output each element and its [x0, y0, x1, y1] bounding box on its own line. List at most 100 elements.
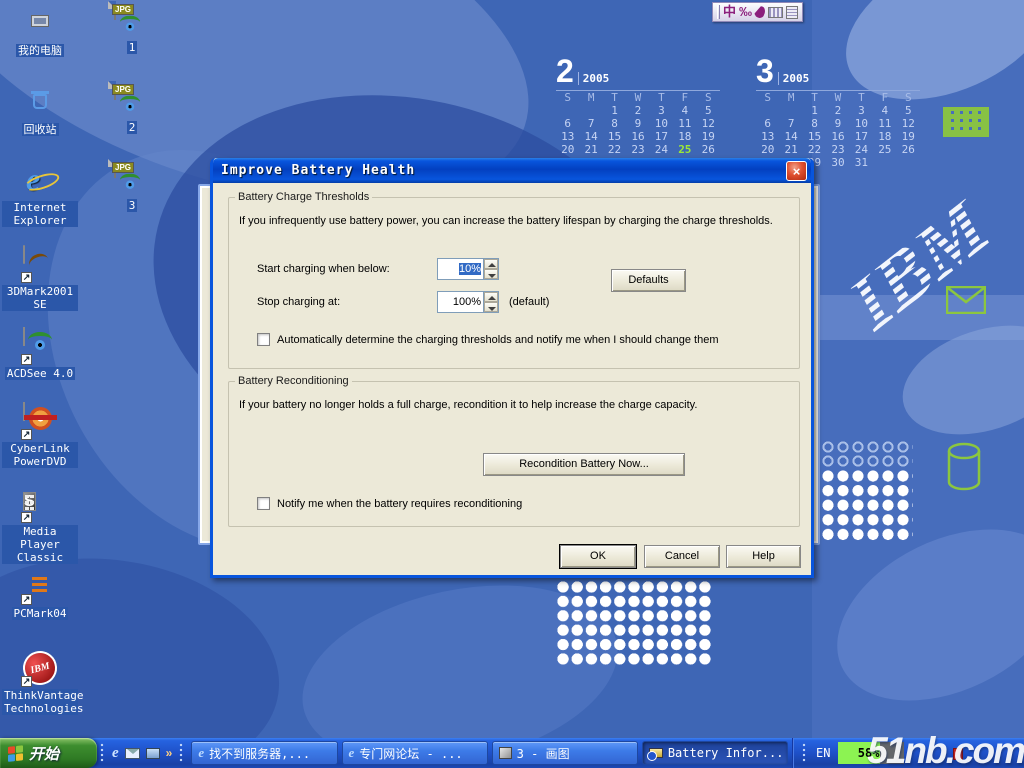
start-charging-spinner[interactable]: 10% — [437, 258, 499, 280]
dialog-titlebar[interactable]: Improve Battery Health × — [213, 158, 811, 183]
recondition-battery-button[interactable]: Recondition Battery Now... — [483, 453, 685, 476]
shortcut-arrow-icon: ↗ — [21, 272, 32, 283]
notify-reconditioning-checkbox[interactable] — [257, 497, 270, 510]
desktop-icon-jpg-file[interactable]: JPG3 — [94, 160, 170, 212]
taskbar-task-battery[interactable]: Battery Infor... — [642, 741, 788, 765]
cancel-button[interactable]: Cancel — [644, 545, 720, 568]
shortcut-arrow-icon: ↗ — [21, 429, 32, 440]
dots-pattern-large — [556, 580, 711, 667]
show-desktop-icon[interactable] — [146, 748, 160, 759]
tasks-grip-handle[interactable] — [179, 743, 184, 763]
desktop-icon-jpg-file[interactable]: JPG2 — [94, 82, 170, 134]
dialog-title: Improve Battery Health — [221, 163, 415, 178]
tray-app-icon[interactable] — [953, 748, 963, 760]
improve-battery-health-dialog: Improve Battery Health × Battery Charge … — [210, 158, 814, 578]
group-legend: Battery Charge Thresholds — [235, 191, 372, 203]
default-note: (default) — [509, 296, 549, 308]
auto-determine-label: Automatically determine the charging thr… — [277, 334, 718, 346]
help-button[interactable]: Help — [726, 545, 801, 568]
ime-chinese-mode-icon[interactable]: 中 — [723, 3, 736, 21]
dialog-client-area: Battery Charge Thresholds If you infrequ… — [213, 183, 811, 575]
ime-grip-handle[interactable] — [717, 5, 720, 19]
calendar-day: 18 — [873, 130, 896, 143]
mpc-icon: S↗ — [22, 486, 58, 522]
quicklaunch-overflow-chevron[interactable]: » — [166, 746, 173, 760]
taskbar-task-ie[interactable]: e找不到服务器,... — [191, 741, 337, 765]
desktop-icon-mpc[interactable]: S↗Media Player Classic — [2, 486, 78, 564]
calendar-day: 12 — [697, 117, 720, 130]
calendar-day: 4 — [673, 104, 696, 117]
start-charging-value[interactable]: 10% — [459, 263, 481, 275]
calendar-day: 6 — [556, 117, 579, 130]
calendar-day: 21 — [579, 143, 602, 156]
spinner-down-icon[interactable] — [484, 269, 498, 279]
calendar-weekday-header: T — [650, 91, 673, 105]
desktop-icon-acdsee[interactable]: ↗ACDSee 4.0 — [2, 328, 78, 380]
desktop-icon-pcmark[interactable]: ↗PCMark04 — [2, 568, 78, 620]
desktop-icon-ie[interactable]: eInternet Explorer — [2, 162, 78, 227]
calendar-day: 12 — [897, 117, 920, 130]
close-icon[interactable]: × — [786, 161, 807, 181]
desktop-icon-thinkvantage[interactable]: IBM↗ThinkVantage Technologies — [2, 650, 78, 715]
calendar-day: 23 — [826, 143, 849, 156]
shortcut-arrow-icon: ↗ — [21, 512, 32, 523]
keyboard-grid-icon — [943, 107, 989, 137]
calendar-day: 24 — [650, 143, 673, 156]
ime-language-bar[interactable]: 中 ‰ — [712, 2, 803, 22]
ie-quicklaunch-icon[interactable]: e — [112, 745, 119, 761]
language-indicator[interactable]: EN — [816, 746, 830, 760]
stop-charging-spinner[interactable]: 100% — [437, 291, 499, 313]
calendar-weekday-header: S — [756, 91, 779, 105]
ie-task-icon: e — [349, 745, 355, 761]
task-label: 3 - 画图 — [517, 745, 570, 762]
ime-menu-icon[interactable] — [786, 6, 798, 19]
start-label: 开始 — [29, 743, 59, 764]
stop-charging-label: Stop charging at: — [257, 296, 340, 308]
desktop-icon-3dmark[interactable]: ↗3DMark2001 SE — [2, 246, 78, 311]
desktop-icon-my-computer[interactable]: 我的电脑 — [2, 5, 78, 57]
powerdvd-icon: ↗ — [22, 403, 58, 439]
taskbar-task-paint[interactable]: 3 - 画图 — [492, 741, 638, 765]
ime-fullwidth-icon[interactable] — [753, 4, 767, 19]
jpg-file-icon: JPG — [114, 2, 150, 38]
svg-text:IBM: IBM — [831, 182, 1007, 346]
defaults-button[interactable]: Defaults — [611, 269, 686, 292]
desktop-icon-label: 1 — [127, 41, 138, 54]
start-button[interactable]: 开始 — [0, 738, 97, 768]
spinner-up-icon[interactable] — [484, 259, 498, 269]
outlook-express-icon[interactable] — [125, 748, 140, 759]
ime-keyboard-icon[interactable] — [768, 7, 783, 18]
desktop-icon-jpg-file[interactable]: JPG 1 — [94, 2, 170, 54]
desktop-icon-label: CyberLink PowerDVD — [2, 442, 78, 468]
battery-meter-empty — [880, 742, 904, 764]
recycle-bin-icon — [22, 84, 58, 120]
auto-determine-checkbox[interactable] — [257, 333, 270, 346]
quicklaunch-grip-handle[interactable] — [100, 743, 105, 763]
desktop-icon-powerdvd[interactable]: ↗ CyberLink PowerDVD — [2, 403, 78, 468]
task-label: Battery Infor... — [668, 746, 784, 760]
calendar-day: 9 — [826, 117, 849, 130]
tray-grip-handle[interactable] — [802, 743, 807, 763]
taskbar-task-ie[interactable]: e专门网论坛 - ... — [342, 741, 488, 765]
spinner-up-icon[interactable] — [484, 292, 498, 302]
calendar-day: 6 — [756, 117, 779, 130]
thinkvantage-icon: IBM↗ — [22, 650, 58, 686]
ime-punctuation-icon[interactable]: ‰ — [739, 3, 752, 21]
stop-charging-value[interactable]: 100% — [453, 296, 481, 308]
desktop-icon-label: PCMark04 — [12, 607, 69, 620]
spinner-down-icon[interactable] — [484, 302, 498, 312]
calendar-day: 20 — [556, 143, 579, 156]
calendar-day: 25 — [873, 143, 896, 156]
desktop-icon-label: 3 — [127, 199, 138, 212]
calendar-weekday-header: T — [850, 91, 873, 105]
battery-meter[interactable]: 58% — [838, 742, 904, 764]
jpg-file-icon: JPG — [114, 82, 150, 118]
calendar-day: 1 — [603, 104, 626, 117]
battery-reconditioning-group: Battery Reconditioning If your battery n… — [228, 375, 800, 527]
desktop-icon-recycle-bin[interactable]: 回收站 — [2, 84, 78, 136]
calendar-day: 13 — [556, 130, 579, 143]
calendar-weekday-header: W — [826, 91, 849, 105]
ie-icon: e — [22, 162, 58, 198]
ok-button[interactable]: OK — [560, 545, 636, 568]
calendar-day: 26 — [697, 143, 720, 156]
